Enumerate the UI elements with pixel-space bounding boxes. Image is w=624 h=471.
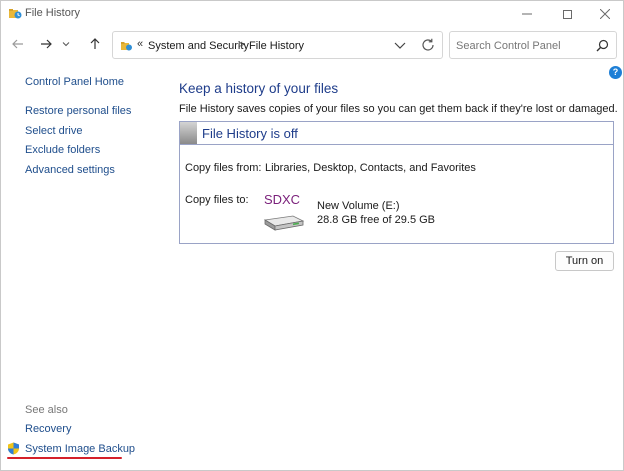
advanced-settings-link[interactable]: Advanced settings	[25, 164, 115, 176]
breadcrumb-system-and-security[interactable]: System and Security	[148, 40, 249, 52]
recovery-link[interactable]: Recovery	[25, 423, 71, 435]
recent-locations-button[interactable]	[59, 33, 73, 55]
status-text: File History is off	[202, 126, 298, 141]
up-button[interactable]	[84, 33, 106, 55]
file-history-icon	[9, 9, 22, 19]
copy-to-label: Copy files to:	[185, 194, 249, 206]
drive-name: New Volume (E:)	[317, 200, 400, 212]
file-history-window: File History « System and Security > Fil…	[0, 0, 624, 471]
breadcrumb-overflow[interactable]: «	[137, 38, 143, 50]
control-panel-icon	[121, 42, 132, 51]
search-input[interactable]: Search Control Panel	[456, 40, 561, 52]
page-title: Keep a history of your files	[179, 81, 339, 96]
see-also-label: See also	[25, 404, 68, 416]
chevron-down-icon	[62, 42, 70, 47]
arrow-left-icon	[12, 39, 23, 49]
refresh-icon[interactable]	[420, 37, 436, 53]
drive-free-space: 28.8 GB free of 29.5 GB	[317, 214, 436, 226]
status-indicator	[180, 122, 197, 144]
uac-shield-icon	[8, 442, 19, 455]
status-header: File History is off	[180, 122, 613, 145]
search-icon[interactable]	[596, 39, 609, 52]
close-icon	[600, 9, 610, 19]
maximize-icon	[562, 9, 572, 19]
copy-from-label: Copy files from:	[185, 162, 262, 174]
chevron-down-icon[interactable]	[393, 38, 407, 52]
maximize-button[interactable]	[547, 1, 587, 27]
arrow-right-icon	[41, 39, 52, 49]
title-bar: File History	[1, 1, 623, 27]
arrow-up-icon	[90, 38, 100, 49]
restore-personal-files-link[interactable]: Restore personal files	[25, 105, 131, 117]
file-history-status-panel: File History is off Copy files from: Lib…	[179, 121, 614, 244]
breadcrumb-file-history[interactable]: File History	[249, 40, 304, 52]
address-bar[interactable]: « System and Security > File History	[112, 31, 443, 59]
forward-button[interactable]	[35, 33, 57, 55]
sdxc-drive-icon: SDXC	[263, 192, 305, 231]
minimize-icon	[522, 13, 532, 15]
window-title: File History	[25, 7, 81, 19]
help-icon[interactable]: ?	[609, 66, 622, 79]
sdxc-logo-text: SDXC	[264, 192, 300, 207]
control-panel-home-link[interactable]: Control Panel Home	[25, 76, 124, 88]
system-image-backup-link[interactable]: System Image Backup	[25, 443, 135, 455]
highlight-underline	[7, 457, 122, 459]
navigation-bar: « System and Security > File History Sea…	[1, 29, 623, 61]
back-button[interactable]	[7, 33, 29, 55]
minimize-button[interactable]	[507, 1, 547, 27]
search-box[interactable]: Search Control Panel	[449, 31, 617, 59]
page-description: File History saves copies of your files …	[179, 103, 618, 115]
exclude-folders-link[interactable]: Exclude folders	[25, 144, 100, 156]
copy-from-value: Libraries, Desktop, Contacts, and Favori…	[265, 162, 476, 174]
close-button[interactable]	[585, 1, 624, 27]
turn-on-button[interactable]: Turn on	[555, 251, 614, 271]
breadcrumb-separator[interactable]: >	[238, 39, 244, 51]
select-drive-link[interactable]: Select drive	[25, 125, 82, 137]
